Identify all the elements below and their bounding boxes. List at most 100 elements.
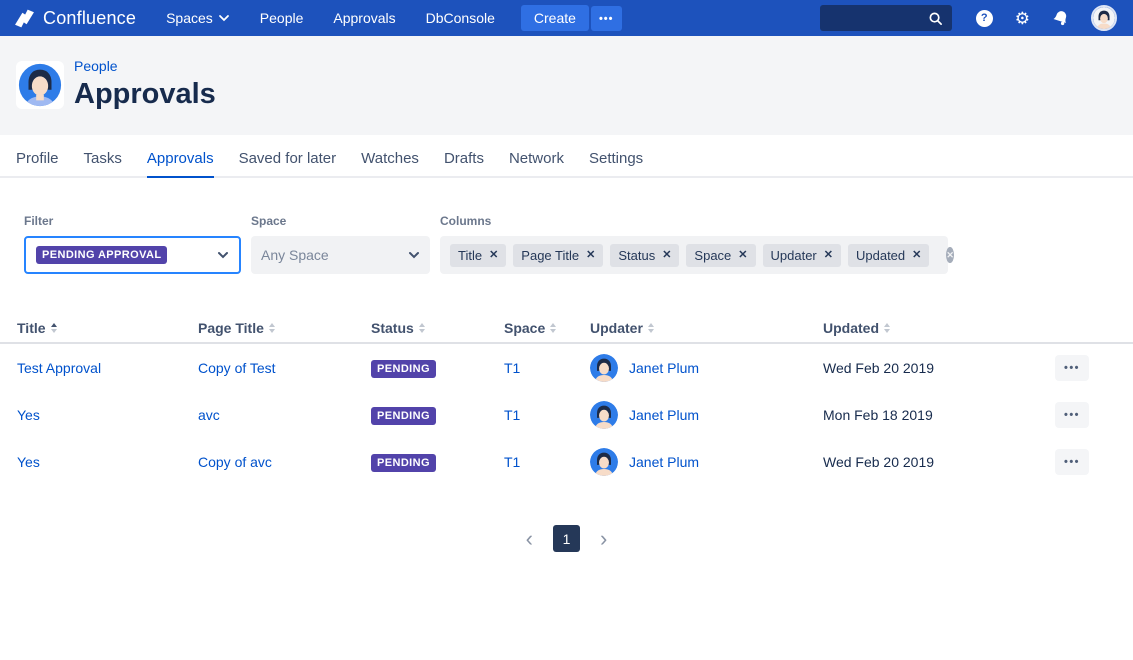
- row-title-link[interactable]: Yes: [17, 454, 198, 470]
- row-title-link[interactable]: Yes: [17, 407, 198, 423]
- updater-name-link[interactable]: Janet Plum: [629, 360, 699, 376]
- page-header: People Approvals: [0, 36, 1133, 135]
- columns-multiselect[interactable]: Title✕ Page Title✕ Status✕ Space✕ Update…: [440, 236, 948, 274]
- search-input[interactable]: [820, 11, 928, 26]
- brand-name: Confluence: [43, 8, 136, 29]
- column-header-updater[interactable]: Updater: [590, 320, 823, 336]
- breadcrumb-people-link[interactable]: People: [74, 58, 216, 74]
- nav-item-dbconsole[interactable]: DbConsole: [426, 10, 495, 26]
- row-page-title-link[interactable]: Copy of Test: [198, 360, 371, 376]
- tab-network[interactable]: Network: [509, 150, 564, 178]
- remove-tag-icon[interactable]: ✕: [489, 250, 498, 261]
- row-space-link[interactable]: T1: [504, 360, 590, 376]
- search-icon: [928, 11, 943, 26]
- clear-all-icon[interactable]: ✕: [946, 247, 954, 263]
- status-badge: PENDING: [371, 454, 436, 472]
- previous-page-icon[interactable]: ‹: [522, 528, 537, 550]
- table-row: Yes Copy of avc PENDING T1 Janet Plum We…: [0, 438, 1133, 485]
- column-tag-space: Space✕: [686, 244, 755, 267]
- remove-tag-icon[interactable]: ✕: [662, 250, 671, 261]
- row-actions-button[interactable]: •••: [1055, 402, 1089, 428]
- nav-item-spaces[interactable]: Spaces: [166, 10, 230, 26]
- tab-watches[interactable]: Watches: [361, 150, 419, 178]
- top-navigation: Confluence Spaces People Approvals DbCon…: [0, 0, 1133, 36]
- notifications-button[interactable]: [1052, 10, 1069, 27]
- updater-avatar[interactable]: [590, 401, 618, 429]
- row-actions-button[interactable]: •••: [1055, 355, 1089, 381]
- table-row: Yes avc PENDING T1 Janet Plum Mon Feb 18…: [0, 391, 1133, 438]
- help-icon: ?: [976, 10, 993, 27]
- updater-avatar[interactable]: [590, 448, 618, 476]
- table-row: Test Approval Copy of Test PENDING T1 Ja…: [0, 344, 1133, 391]
- chevron-down-icon: [218, 12, 230, 24]
- updater-name-link[interactable]: Janet Plum: [629, 407, 699, 423]
- row-space-link[interactable]: T1: [504, 407, 590, 423]
- user-avatar[interactable]: [1091, 5, 1117, 31]
- next-page-icon[interactable]: ›: [596, 528, 611, 550]
- column-header-page-title[interactable]: Page Title: [198, 320, 371, 336]
- updater-name-link[interactable]: Janet Plum: [629, 454, 699, 470]
- column-tag-updated: Updated✕: [848, 244, 929, 267]
- tab-drafts[interactable]: Drafts: [444, 150, 484, 178]
- nav-item-approvals[interactable]: Approvals: [333, 10, 395, 26]
- settings-button[interactable]: ⚙: [1015, 10, 1030, 27]
- sort-icon: [269, 323, 275, 333]
- row-page-title-link[interactable]: Copy of avc: [198, 454, 371, 470]
- columns-label: Columns: [440, 214, 948, 228]
- nav-more-button[interactable]: •••: [591, 6, 622, 31]
- space-select[interactable]: Any Space: [251, 236, 430, 274]
- row-space-link[interactable]: T1: [504, 454, 590, 470]
- remove-tag-icon[interactable]: ✕: [586, 250, 595, 261]
- remove-tag-icon[interactable]: ✕: [824, 250, 833, 261]
- columns-field: Columns Title✕ Page Title✕ Status✕ Space…: [440, 214, 948, 274]
- person-icon: [590, 448, 618, 476]
- filter-value-lozenge: PENDING APPROVAL: [36, 246, 167, 264]
- space-label: Space: [251, 214, 430, 228]
- person-icon: [590, 401, 618, 429]
- column-tag-status: Status✕: [610, 244, 679, 267]
- filter-label: Filter: [24, 214, 241, 228]
- space-select-value: Any Space: [261, 247, 329, 263]
- column-tag-title: Title✕: [450, 244, 506, 267]
- create-button[interactable]: Create: [521, 5, 589, 31]
- search-input-container[interactable]: [820, 5, 952, 31]
- confluence-brand[interactable]: Confluence: [14, 8, 136, 29]
- chevron-down-icon: [408, 249, 420, 261]
- approvals-table: Title Page Title Status Space Updater Up…: [0, 314, 1133, 485]
- status-badge: PENDING: [371, 360, 436, 378]
- person-icon: [590, 354, 618, 382]
- row-page-title-link[interactable]: avc: [198, 407, 371, 423]
- updater-avatar[interactable]: [590, 354, 618, 382]
- filter-select[interactable]: PENDING APPROVAL: [24, 236, 241, 274]
- column-header-status[interactable]: Status: [371, 320, 504, 336]
- gear-icon: ⚙: [1015, 10, 1030, 27]
- person-icon: [1093, 7, 1115, 29]
- updated-date: Wed Feb 20 2019: [823, 360, 1055, 376]
- tab-profile[interactable]: Profile: [16, 150, 59, 178]
- space-field: Space Any Space: [251, 214, 430, 274]
- row-actions-button[interactable]: •••: [1055, 449, 1089, 475]
- tab-tasks[interactable]: Tasks: [84, 150, 122, 178]
- profile-avatar: [17, 62, 63, 108]
- sort-icon: [648, 323, 654, 333]
- column-header-title[interactable]: Title: [17, 320, 198, 336]
- page-1-button[interactable]: 1: [553, 525, 580, 552]
- tab-approvals[interactable]: Approvals: [147, 150, 214, 178]
- profile-avatar-tile[interactable]: [16, 61, 64, 109]
- column-header-updated[interactable]: Updated: [823, 320, 1055, 336]
- remove-tag-icon[interactable]: ✕: [738, 250, 747, 261]
- row-title-link[interactable]: Test Approval: [17, 360, 198, 376]
- tab-settings[interactable]: Settings: [589, 150, 643, 178]
- help-button[interactable]: ?: [976, 10, 993, 27]
- sort-asc-icon: [51, 323, 57, 333]
- column-header-space[interactable]: Space: [504, 320, 590, 336]
- nav-item-people[interactable]: People: [260, 10, 304, 26]
- confluence-logo-icon: [14, 8, 35, 29]
- sort-icon: [550, 323, 556, 333]
- remove-tag-icon[interactable]: ✕: [912, 250, 921, 261]
- filter-bar: Filter PENDING APPROVAL Space Any Space …: [0, 178, 1133, 274]
- sort-icon: [884, 323, 890, 333]
- tab-saved-for-later[interactable]: Saved for later: [239, 150, 337, 178]
- updated-date: Mon Feb 18 2019: [823, 407, 1055, 423]
- column-tag-page-title: Page Title✕: [513, 244, 603, 267]
